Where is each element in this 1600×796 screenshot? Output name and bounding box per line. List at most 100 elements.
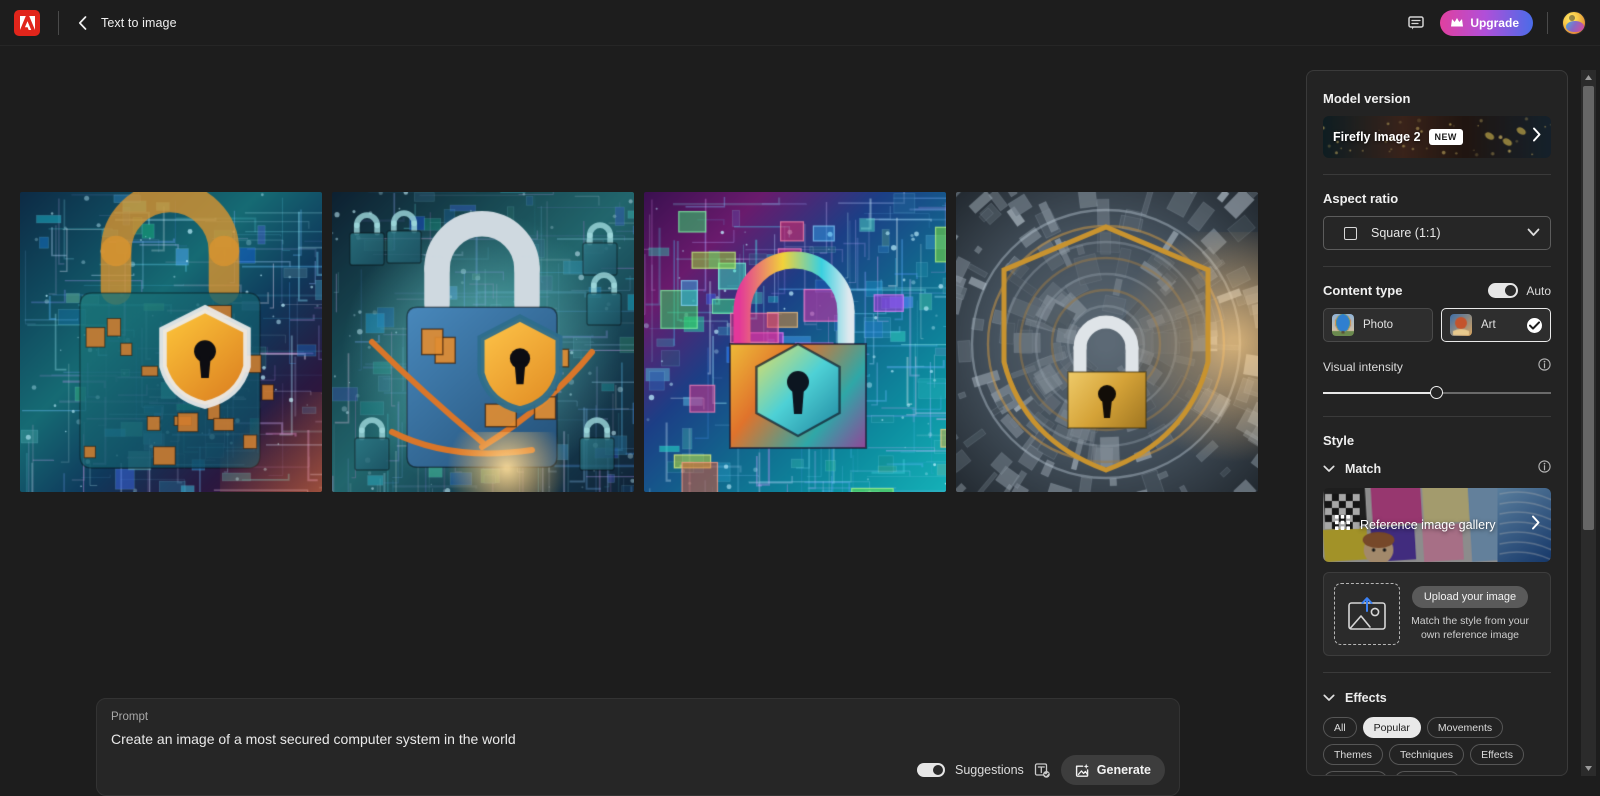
model-version-name: Firefly Image 2: [1333, 130, 1421, 144]
adobe-logo-icon[interactable]: [14, 9, 40, 36]
effects-chip-all[interactable]: All: [1323, 717, 1357, 738]
page-title: Text to image: [101, 15, 177, 30]
visual-intensity-row: Visual intensity: [1323, 358, 1551, 376]
result-image-1[interactable]: [20, 192, 322, 492]
upload-hint-line-2: own reference image: [1420, 629, 1520, 641]
aspect-ratio-value: Square (1:1): [1371, 226, 1441, 240]
upload-reference-card: Upload your image Match the style from y…: [1323, 572, 1551, 656]
generated-results-row: [20, 192, 1258, 492]
result-thumbnail: [644, 192, 946, 492]
content-type-title: Content type: [1323, 283, 1403, 298]
upgrade-label: Upgrade: [1470, 15, 1519, 30]
content-type-photo-label: Photo: [1363, 319, 1394, 331]
prompt-label: Prompt: [111, 711, 149, 723]
aspect-ratio-select[interactable]: Square (1:1): [1323, 216, 1551, 250]
adobe-a-glyph: [19, 15, 35, 30]
text-suggestion-icon[interactable]: [1034, 762, 1051, 779]
result-thumbnail: [20, 192, 322, 492]
model-version-title: Model version: [1323, 91, 1411, 106]
prompt-controls: Suggestions Generate: [916, 755, 1165, 785]
grid-icon: [1335, 515, 1350, 535]
style-match-label: Match: [1345, 462, 1382, 476]
upload-your-image-button[interactable]: Upload your image: [1411, 585, 1529, 608]
slider-empty-track: [1437, 392, 1551, 394]
panel-scrollbar[interactable]: [1581, 70, 1596, 776]
result-thumbnail: [332, 192, 634, 492]
style-match-header[interactable]: Match: [1323, 460, 1551, 478]
gallery-label: Reference image gallery: [1360, 518, 1496, 532]
square-icon: [1344, 226, 1357, 240]
divider: [1323, 672, 1551, 673]
generate-sparkle-icon: [1075, 763, 1089, 777]
chevron-right-icon: [1532, 127, 1542, 147]
prompt-bar: Prompt Suggestions Gener: [96, 698, 1180, 796]
result-image-4[interactable]: [956, 192, 1258, 492]
effects-category-chips: All Popular Movements Themes Techniques …: [1323, 717, 1551, 775]
upload-text-group: Upload your image Match the style from y…: [1400, 585, 1540, 642]
content-type-art[interactable]: Art: [1441, 308, 1551, 342]
effects-chip-concepts[interactable]: Concepts: [1393, 771, 1460, 775]
info-icon[interactable]: [1538, 460, 1551, 478]
chevron-down-icon: [1323, 689, 1335, 707]
chevron-right-icon: [1531, 515, 1541, 535]
prompt-input[interactable]: [111, 731, 1111, 747]
chevron-left-icon: [78, 15, 86, 30]
effects-chip-techniques[interactable]: Techniques: [1388, 744, 1465, 765]
aspect-ratio-title: Aspect ratio: [1323, 191, 1399, 206]
selected-check-icon: [1527, 317, 1542, 333]
header-divider: [58, 10, 59, 35]
reference-image-gallery-card[interactable]: Reference image gallery: [1323, 488, 1551, 562]
settings-panel: Model version Firefly Image 2 NEW Aspect…: [1306, 70, 1568, 776]
generate-button[interactable]: Generate: [1060, 755, 1165, 785]
effects-header[interactable]: Effects: [1323, 689, 1551, 707]
upgrade-button[interactable]: Upgrade: [1440, 9, 1533, 36]
result-image-2[interactable]: [332, 192, 634, 492]
generate-label: Generate: [1096, 763, 1151, 777]
image-upload-icon[interactable]: [1334, 583, 1400, 645]
content-type-photo[interactable]: Photo: [1323, 308, 1433, 342]
style-title: Style: [1323, 433, 1355, 448]
content-type-art-label: Art: [1481, 319, 1496, 331]
effects-chip-effects[interactable]: Effects: [1470, 744, 1524, 765]
scrollbar-thumb[interactable]: [1583, 86, 1594, 530]
model-version-card[interactable]: Firefly Image 2 NEW: [1323, 116, 1551, 158]
divider: [1323, 266, 1551, 267]
slider-filled-track: [1323, 392, 1437, 394]
divider: [1323, 416, 1551, 417]
back-button[interactable]: [75, 15, 89, 30]
visual-intensity-label: Visual intensity: [1323, 360, 1403, 374]
text-suggestion-glyph: [1034, 762, 1050, 778]
crown-icon: [1451, 18, 1464, 27]
slider-thumb[interactable]: [1430, 386, 1443, 399]
upload-hint-line-1: Match the style from your: [1411, 614, 1529, 627]
avatar[interactable]: [1562, 10, 1586, 35]
chevron-down-icon: [1527, 224, 1540, 242]
feedback-glyph: [1408, 15, 1425, 29]
header-actions: Upgrade: [1406, 9, 1600, 36]
content-type-header: Content type Auto: [1323, 283, 1551, 298]
photo-thumbnail: [1332, 314, 1354, 336]
effects-chip-materials[interactable]: Materials: [1323, 771, 1388, 775]
result-image-3[interactable]: [644, 192, 946, 492]
suggestions-label: Suggestions: [954, 763, 1024, 777]
content-type-options: Photo Art: [1323, 308, 1551, 342]
header-separator: [1547, 11, 1548, 34]
result-thumbnail: [956, 192, 1258, 492]
art-thumbnail: [1450, 314, 1472, 336]
scroll-down-arrow-icon[interactable]: [1581, 761, 1596, 776]
effects-chip-themes[interactable]: Themes: [1323, 744, 1383, 765]
effects-chip-movements[interactable]: Movements: [1426, 717, 1504, 738]
upload-hint: Match the style from your own reference …: [1411, 614, 1529, 642]
feedback-icon[interactable]: [1406, 13, 1426, 33]
effects-label: Effects: [1345, 691, 1387, 705]
effects-chip-popular[interactable]: Popular: [1362, 717, 1421, 738]
app-header: Text to image Upgrade: [0, 0, 1600, 46]
info-icon[interactable]: [1538, 358, 1551, 376]
visual-intensity-slider[interactable]: [1323, 386, 1551, 400]
image-upload-glyph: [1348, 597, 1386, 630]
scroll-up-arrow-icon[interactable]: [1581, 70, 1596, 85]
suggestions-toggle[interactable]: [916, 763, 945, 777]
content-type-auto-toggle[interactable]: [1488, 283, 1519, 298]
chevron-down-icon: [1323, 460, 1335, 478]
divider: [1323, 174, 1551, 175]
